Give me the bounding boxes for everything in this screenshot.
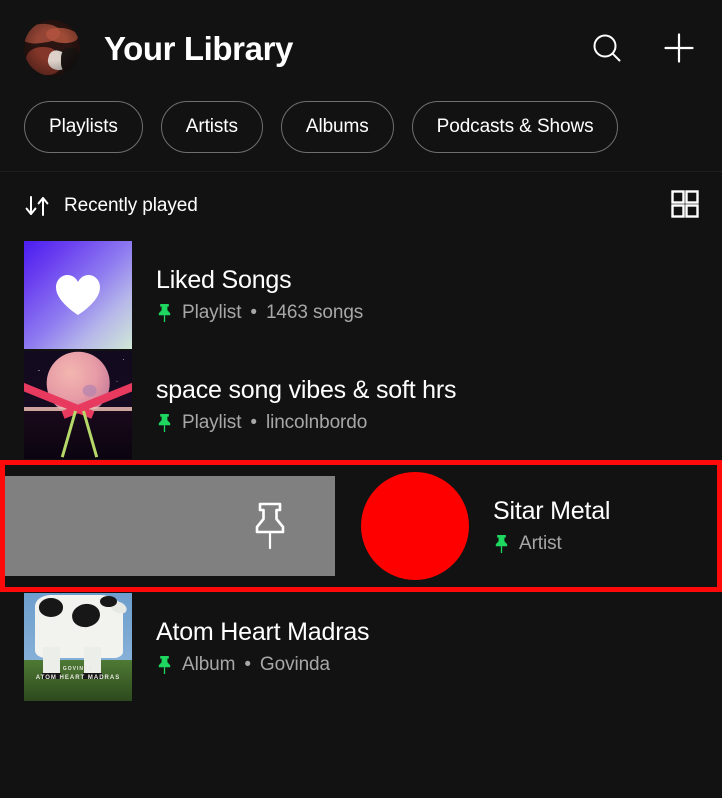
list-item[interactable]: Liked Songs Playlist • 1463 songs [0, 240, 722, 350]
filter-chip-artists[interactable]: Artists [161, 101, 263, 153]
list-item-type: Artist [519, 533, 562, 555]
header-actions [586, 27, 700, 69]
pin-outline-icon [249, 501, 291, 551]
list-item-text: space song vibes & soft hrs Playlist • l… [156, 376, 456, 434]
library-filter-chips: Playlists Artists Albums Podcasts & Show… [0, 92, 722, 162]
list-item-subtitle: Playlist • 1463 songs [156, 302, 363, 324]
sort-control[interactable]: Recently played [24, 193, 198, 219]
search-icon [589, 30, 625, 66]
artist-avatar [361, 472, 469, 580]
list-item-type: Playlist [182, 302, 241, 324]
list-item-title: Sitar Metal [493, 497, 610, 526]
heart-icon [54, 273, 102, 317]
list-item[interactable]: GOVINDA ATOM HEART MADRAS Atom Heart Mad… [0, 592, 722, 702]
library-sort-bar: Recently played [0, 172, 722, 240]
album-artwork: GOVINDA ATOM HEART MADRAS [24, 593, 132, 701]
artwork-caption-artist: GOVINDA [24, 666, 132, 672]
list-item-title: Atom Heart Madras [156, 618, 369, 647]
artwork-caption-title: ATOM HEART MADRAS [24, 675, 132, 681]
filter-chip-playlists[interactable]: Playlists [24, 101, 143, 153]
avatar-vignette [24, 20, 80, 76]
sort-arrows-icon [24, 193, 50, 219]
list-item-separator: • [250, 302, 257, 324]
sort-label: Recently played [64, 195, 198, 217]
list-item[interactable]: space song vibes & soft hrs Playlist • l… [0, 350, 722, 460]
list-item-text: Liked Songs Playlist • 1463 songs [156, 266, 363, 324]
page-title: Your Library [104, 32, 293, 65]
list-item-title: Liked Songs [156, 266, 363, 295]
library-header: Your Library Playlists Artists [0, 0, 722, 172]
space-song-artwork [24, 351, 132, 459]
user-avatar[interactable] [24, 20, 80, 76]
list-item-type: Playlist [182, 412, 241, 434]
grid-view-icon [670, 189, 700, 219]
plus-icon [661, 30, 697, 66]
list-item-separator: • [250, 412, 257, 434]
header-top-bar: Your Library [0, 0, 722, 96]
list-item-type: Album [182, 654, 235, 676]
list-item-subtitle: Album • Govinda [156, 654, 369, 676]
search-button[interactable] [586, 27, 628, 69]
artwork-horizon [24, 409, 132, 459]
pin-icon [156, 413, 173, 433]
list-item-separator: • [244, 654, 251, 676]
artwork-cow-spot-1 [39, 598, 63, 616]
list-item[interactable]: Sitar Metal Artist [361, 465, 610, 587]
list-item-text: Atom Heart Madras Album • Govinda [156, 618, 369, 676]
pin-icon [156, 303, 173, 323]
list-item-subtitle: Artist [493, 533, 610, 555]
filter-chip-albums[interactable]: Albums [281, 101, 394, 153]
highlighted-list-item[interactable]: Sitar Metal Artist [0, 460, 722, 592]
artwork-cow-spot-3 [100, 596, 117, 607]
list-item-title: space song vibes & soft hrs [156, 376, 456, 405]
pin-icon [493, 534, 510, 554]
view-toggle-button[interactable] [670, 189, 700, 224]
spotify-your-library-screen: Your Library Playlists Artists [0, 0, 722, 798]
library-content: Recently played Liked Songs [0, 172, 722, 798]
liked-songs-artwork [24, 241, 132, 349]
list-item-detail: lincolnbordo [266, 412, 367, 434]
list-item-detail: Govinda [260, 654, 330, 676]
list-item-subtitle: Playlist • lincolnbordo [156, 412, 456, 434]
filter-chip-podcasts-shows[interactable]: Podcasts & Shows [412, 101, 619, 153]
swipe-action-pin[interactable] [5, 476, 335, 576]
list-item-detail: 1463 songs [266, 302, 363, 324]
add-button[interactable] [658, 27, 700, 69]
list-item-text: Sitar Metal Artist [493, 497, 610, 555]
pin-icon [156, 655, 173, 675]
